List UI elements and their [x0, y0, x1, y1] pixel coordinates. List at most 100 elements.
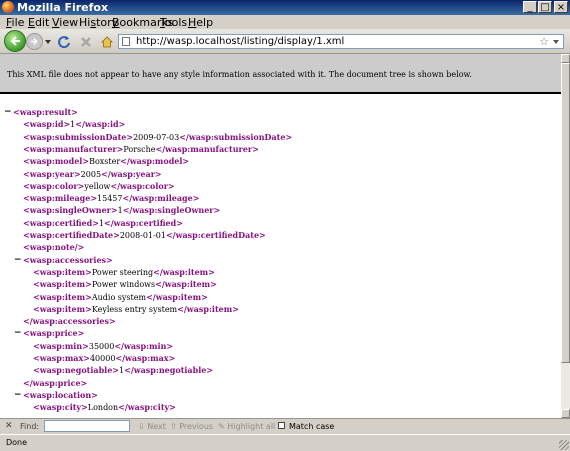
- xml-close-tag: </wasp:max>: [115, 353, 176, 363]
- xml-text-value: London: [87, 403, 119, 413]
- history-dropdown-icon[interactable]: [45, 40, 51, 44]
- address-dropdown-icon[interactable]: [553, 40, 559, 44]
- xml-open-tag: </wasp:price>: [23, 377, 88, 388]
- collapse-toggle-icon[interactable]: −: [14, 389, 22, 401]
- xml-open-tag: <wasp:note/>: [23, 242, 85, 253]
- xml-open-tag: <wasp:item>: [33, 291, 92, 302]
- xml-line: <wasp:max>40000</wasp:max>: [33, 352, 175, 364]
- xml-close-tag: </wasp:singleOwner>: [122, 205, 221, 216]
- xml-line: <wasp:model>Boxster</wasp:model>: [23, 155, 189, 167]
- find-previous-button[interactable]: ⇧ Previous: [170, 422, 213, 431]
- xml-close-tag: </wasp:id>: [75, 119, 126, 130]
- xml-line: </wasp:price>: [23, 377, 87, 389]
- xml-open-tag: <wasp:location>: [23, 389, 98, 400]
- find-label: Find:: [20, 422, 40, 431]
- vertical-scrollbar[interactable]: [561, 54, 570, 418]
- reload-icon[interactable]: [57, 35, 71, 49]
- collapse-toggle-icon[interactable]: −: [14, 327, 22, 339]
- resize-grip-icon[interactable]: [559, 440, 569, 450]
- xml-close-tag: </wasp:color>: [110, 180, 175, 191]
- maximize-button[interactable]: □: [538, 1, 552, 13]
- find-input[interactable]: [44, 420, 130, 432]
- xml-line: <wasp:singleOwner>1</wasp:singleOwner>: [23, 204, 220, 216]
- xml-text-value: Boxster: [89, 157, 121, 167]
- address-url: http://wasp.localhost/listing/display/1.…: [136, 36, 345, 47]
- xml-close-tag: </wasp:mileage>: [122, 193, 200, 204]
- back-arrow-icon: [10, 36, 20, 46]
- xml-close-tag: </wasp:item>: [146, 291, 208, 302]
- xml-text-value: 2005: [80, 169, 102, 179]
- xml-close-tag: </wasp:certified>: [104, 217, 183, 228]
- menu-edit-label: dit: [34, 16, 50, 29]
- xml-line: <wasp:item>Audio system</wasp:item>: [33, 291, 208, 303]
- scrollbar-thumb[interactable]: [561, 63, 570, 363]
- address-bar[interactable]: http://wasp.localhost/listing/display/1.…: [118, 34, 564, 49]
- xml-line: </wasp:accessories>: [23, 315, 116, 327]
- match-case-checkbox[interactable]: [278, 422, 285, 429]
- xml-text-value: Audio system: [91, 292, 147, 302]
- scroll-down-button[interactable]: [561, 409, 570, 418]
- xml-open-tag: <wasp:id>: [23, 119, 71, 130]
- menu-help[interactable]: Help: [188, 16, 213, 29]
- menu-file-label: ile: [11, 16, 25, 29]
- collapse-toggle-icon[interactable]: −: [14, 254, 22, 266]
- xml-line: <wasp:year>2005</wasp:year>: [23, 168, 162, 180]
- find-next-button[interactable]: ⇩ Next: [138, 422, 166, 431]
- menu-view[interactable]: View: [52, 16, 78, 29]
- xml-close-tag: </wasp:city>: [118, 402, 176, 413]
- status-bar: Done: [0, 434, 570, 451]
- xml-open-tag: <wasp:result>: [13, 107, 78, 117]
- xml-text-value: 40000: [89, 354, 116, 363]
- xml-open-tag: <wasp:item>: [33, 303, 92, 314]
- menu-edit[interactable]: Edit: [28, 16, 49, 29]
- scroll-up-button[interactable]: [561, 54, 570, 63]
- xml-open-tag: <wasp:submissionDate>: [23, 131, 134, 142]
- xml-open-tag: <wasp:color>: [23, 180, 85, 191]
- close-window-button[interactable]: ×: [554, 1, 568, 13]
- xml-open-tag: <wasp:negotiable>: [33, 365, 120, 376]
- xml-open-tag: </wasp:accessories>: [23, 316, 116, 327]
- xml-line: − <wasp:price>: [14, 327, 84, 339]
- xml-open-tag: <wasp:model>: [23, 156, 90, 167]
- window-title: Mozilla Firefox: [17, 1, 109, 14]
- menu-tools[interactable]: Tools: [160, 16, 187, 29]
- xml-close-tag: </wasp:certifiedDate>: [165, 230, 266, 240]
- forward-button[interactable]: [26, 33, 43, 50]
- xml-close-tag: </wasp:negotiable>: [124, 365, 214, 376]
- menu-file[interactable]: File: [6, 16, 24, 29]
- find-bar: ✕ Find: ⇩ Next ⇧ Previous ✎ Highlight al…: [0, 418, 570, 434]
- xml-close-tag: </wasp:model>: [120, 156, 190, 167]
- status-text: Done: [6, 438, 28, 447]
- page-content: This XML file does not appear to have an…: [0, 54, 561, 418]
- xml-line: <wasp:certified>1</wasp:certified>: [23, 217, 183, 229]
- navigation-toolbar: http://wasp.localhost/listing/display/1.…: [0, 29, 570, 54]
- xml-open-tag: <wasp:singleOwner>: [23, 205, 118, 216]
- xml-text-value: Porsche: [123, 144, 156, 154]
- find-next-label: Next: [147, 422, 166, 431]
- xml-line: − <wasp:location>: [14, 389, 98, 401]
- xml-open-tag: <wasp:item>: [33, 266, 92, 277]
- stop-icon[interactable]: [79, 35, 93, 49]
- xml-close-tag: </wasp:min>: [114, 340, 174, 351]
- xml-open-tag: <wasp:city>: [33, 402, 88, 413]
- home-icon[interactable]: [100, 35, 114, 49]
- menu-bar: File Edit View History Bookmarks Tools H…: [0, 15, 570, 29]
- xml-open-tag: <wasp:item>: [33, 279, 92, 290]
- bookmark-star-icon[interactable]: ☆: [539, 35, 549, 48]
- menu-help-label: elp: [196, 16, 214, 29]
- xml-line: <wasp:color>yellow</wasp:color>: [23, 180, 175, 192]
- xml-line: <wasp:certifiedDate>2008-01-01</wasp:cer…: [23, 229, 266, 241]
- xml-text-value: Keyless entry system: [91, 304, 178, 314]
- xml-line: <wasp:id>1</wasp:id>: [23, 118, 125, 130]
- xml-open-tag: <wasp:mileage>: [23, 193, 98, 204]
- collapse-toggle-icon[interactable]: −: [4, 106, 12, 118]
- xml-open-tag: <wasp:year>: [23, 168, 81, 179]
- find-close-icon[interactable]: ✕: [5, 421, 13, 431]
- menu-view-label: iew: [59, 16, 79, 29]
- minimize-button[interactable]: _: [523, 1, 537, 13]
- xml-line: <wasp:mileage>15457</wasp:mileage>: [23, 192, 199, 204]
- xml-close-tag: </wasp:manufacturer>: [155, 143, 259, 154]
- highlight-all-button[interactable]: ✎ Highlight all: [218, 422, 275, 431]
- back-button[interactable]: [4, 30, 26, 52]
- xml-line: − <wasp:result>: [4, 106, 78, 118]
